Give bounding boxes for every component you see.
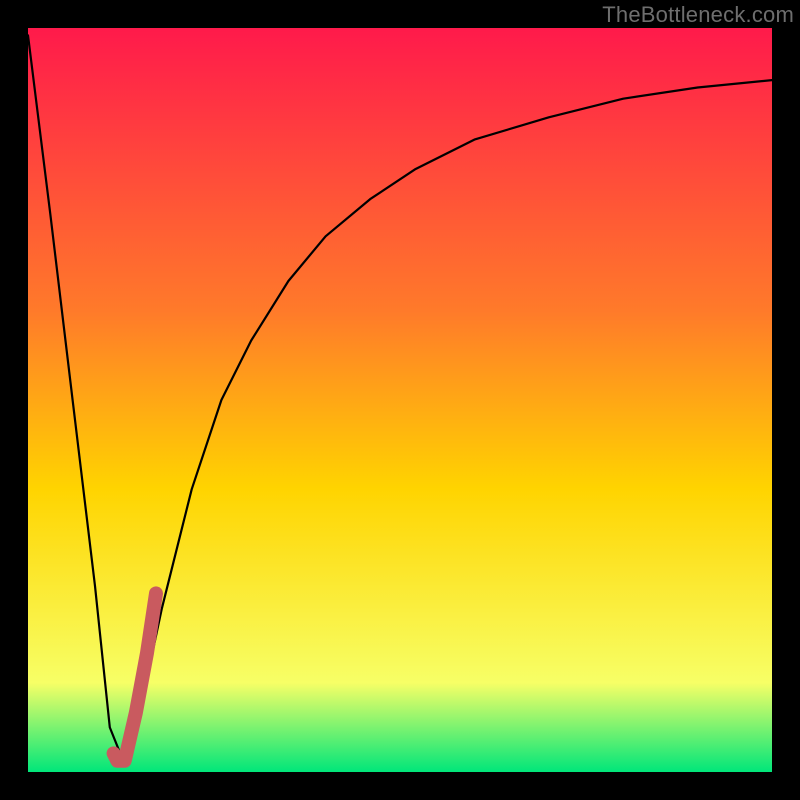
chart-plot — [28, 28, 772, 772]
chart-frame: TheBottleneck.com — [0, 0, 800, 800]
watermark-text: TheBottleneck.com — [602, 2, 794, 28]
